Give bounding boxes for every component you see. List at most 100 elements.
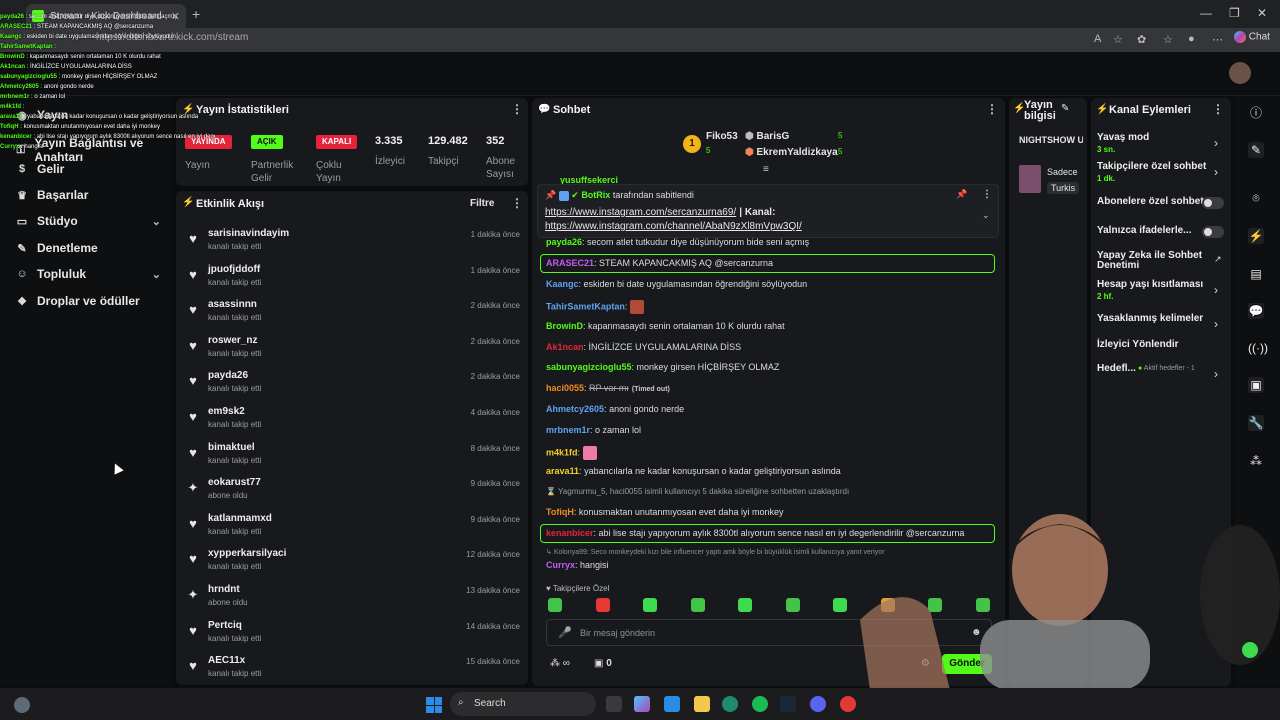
channel-actions-menu-icon[interactable]: ⋮: [1212, 102, 1224, 116]
extensions-icon[interactable]: ✿: [1137, 33, 1146, 46]
chat-username[interactable]: m4k1fd: [546, 447, 578, 457]
chevron-right-icon[interactable]: ›: [1214, 317, 1218, 331]
chat-username[interactable]: haci0055: [546, 383, 584, 393]
activity-username[interactable]: Pertciq: [208, 620, 242, 631]
info-icon[interactable]: ⓘ: [1248, 105, 1264, 121]
spotify-icon[interactable]: [752, 696, 768, 712]
store-icon[interactable]: [664, 696, 680, 712]
windows-start-icon[interactable]: [426, 697, 442, 713]
stats-menu-icon[interactable]: ⋮: [511, 102, 523, 116]
emote-icon[interactable]: [643, 598, 657, 612]
sidebar-item-topluluk[interactable]: ☺ Topluluk ⌄: [16, 267, 161, 281]
activity-item[interactable]: ♥ Pertciq kanalı takip etti 14 dakika önce: [186, 620, 520, 654]
filter-button[interactable]: Filtre: [470, 198, 494, 209]
emote-icon[interactable]: [690, 598, 705, 612]
profile-icon[interactable]: ●: [1188, 33, 1195, 45]
activity-username[interactable]: bimaktuel: [208, 442, 255, 453]
file-explorer-icon[interactable]: [694, 696, 710, 712]
chat-username[interactable]: Curryx: [546, 560, 575, 570]
chat-username[interactable]: Ak1ncan: [546, 342, 584, 352]
channel-action-label[interactable]: Abonelere özel sohbet: [1097, 197, 1209, 207]
edge-browser-icon[interactable]: [722, 696, 738, 712]
channel-action-label[interactable]: Yasaklanmış kelimeler: [1097, 314, 1209, 324]
channel-action-label[interactable]: Takipçilere özel sohbet: [1097, 162, 1209, 172]
leaderboard-name[interactable]: EkremYaldizkaya: [757, 147, 838, 158]
instagram-channel-link[interactable]: https://www.instagram.com/channel/AbaN9z…: [545, 221, 802, 232]
activity-username[interactable]: sarisinavindayim: [208, 228, 289, 239]
chat-username[interactable]: Kaangc: [546, 279, 579, 289]
chat-bubble-icon[interactable]: 💬: [1248, 303, 1264, 319]
widgets-icon[interactable]: [14, 697, 30, 713]
chevron-right-icon[interactable]: ›: [1214, 136, 1218, 150]
channel-action-label[interactable]: Hesap yaşı kısıtlaması: [1097, 280, 1209, 290]
external-link-icon[interactable]: ↗: [1214, 254, 1222, 265]
activity-item[interactable]: ♥ AEC11x kanalı takip etti 15 dakika önce: [186, 655, 520, 689]
emote-icon[interactable]: [595, 598, 610, 612]
copilot-chat-button[interactable]: Chat: [1234, 31, 1270, 43]
channel-action-label[interactable]: Yavaş mod: [1097, 133, 1209, 143]
chat-username[interactable]: sabunyagizcioglu55: [546, 362, 632, 372]
chevron-right-icon[interactable]: ›: [1214, 283, 1218, 297]
microphone-icon[interactable]: 🎤: [558, 626, 572, 639]
chevron-down-icon[interactable]: ⌄: [982, 210, 990, 221]
lightning-icon[interactable]: ⚡: [1248, 228, 1264, 244]
studio-icon[interactable]: ▣: [1248, 377, 1264, 393]
activity-username[interactable]: roswer_nz: [208, 335, 257, 346]
obs-icon[interactable]: [840, 696, 856, 712]
sidebar-item-studyo[interactable]: ▭ Stüdyo ⌄: [16, 214, 161, 228]
chat-username[interactable]: TofiqH: [546, 507, 574, 517]
taskbar-search[interactable]: [450, 692, 596, 716]
unpin-icon[interactable]: 📌: [956, 189, 967, 200]
collapse-icon[interactable]: ≡: [763, 164, 769, 175]
activity-username[interactable]: payda26: [208, 370, 248, 381]
activity-username[interactable]: eokarust77: [208, 477, 261, 488]
activity-username[interactable]: AEC11x: [208, 655, 245, 666]
chat-username[interactable]: arava11: [546, 466, 579, 476]
activity-item[interactable]: ♥ em9sk2 kanalı takip etti 4 dakika önce: [186, 406, 520, 440]
channel-action-label[interactable]: Yapay Zeka ile Sohbet Denetimi: [1097, 251, 1209, 271]
activity-item[interactable]: ♥ xypperkarsilyaci kanalı takip etti 12 dak…: [186, 548, 520, 582]
toggle-switch[interactable]: [1202, 226, 1224, 238]
activity-item[interactable]: ✦ hrndnt abone oldu 13 dakika önce: [186, 584, 520, 618]
chat-username[interactable]: Ahmetcy2605: [546, 404, 604, 414]
people-icon[interactable]: ⁂ ∞: [550, 658, 570, 669]
activity-item[interactable]: ♥ payda26 kanalı takip etti 2 dakika önce: [186, 370, 520, 404]
copilot-icon[interactable]: [634, 696, 650, 712]
leaderboard-user[interactable]: Fiko53: [706, 131, 738, 142]
chat-menu-icon[interactable]: ⋮: [986, 102, 998, 116]
activity-username[interactable]: hrndnt: [208, 584, 240, 595]
sidebar-item-basarilar[interactable]: ♛ Başarılar: [16, 188, 161, 202]
discord-icon[interactable]: [810, 696, 826, 712]
read-aloud-icon[interactable]: A: [1094, 33, 1101, 45]
pinned-by-user[interactable]: BotRix: [581, 190, 610, 200]
steam-icon[interactable]: [780, 696, 796, 712]
sidebar-item-droplar[interactable]: ❖ Droplar ve ödüller: [16, 294, 161, 308]
pinned-menu-icon[interactable]: ⋮: [982, 189, 992, 200]
chat-username[interactable]: ARASEC21: [546, 258, 594, 268]
chat-username[interactable]: payda26: [546, 237, 582, 247]
people-icon[interactable]: ⁂: [1248, 453, 1264, 469]
sidebar-item-denetleme[interactable]: ✎ Denetleme: [16, 241, 161, 255]
activity-item[interactable]: ♥ katlanmamxd kanalı takip etti 9 dakika ön…: [186, 513, 520, 547]
chevron-right-icon[interactable]: ›: [1214, 165, 1218, 179]
close-window-icon[interactable]: ✕: [1257, 6, 1267, 20]
channel-action-label[interactable]: Yalnızca ifadelerle...: [1097, 226, 1209, 236]
maximize-icon[interactable]: ❐: [1229, 6, 1240, 20]
activity-username[interactable]: jpuofjddoff: [208, 264, 260, 275]
camera-icon[interactable]: ⌾: [1248, 190, 1264, 206]
sidebar-item-gelir[interactable]: $ Gelir: [16, 162, 161, 176]
points-box[interactable]: ▣ 0: [594, 658, 612, 669]
minimize-icon[interactable]: —: [1200, 6, 1212, 20]
activity-item[interactable]: ♥ asassinnn kanalı takip etti 2 dakika önce: [186, 299, 520, 333]
task-view-icon[interactable]: [606, 696, 622, 712]
channel-action-label[interactable]: İzleyici Yönlendir: [1097, 340, 1209, 350]
activity-username[interactable]: xypperkarsilyaci: [208, 548, 286, 559]
chat-username[interactable]: TahirSametKaptan: [546, 301, 625, 311]
user-avatar[interactable]: [1229, 62, 1251, 84]
pen-icon[interactable]: ✎: [1248, 142, 1264, 158]
emote-icon[interactable]: [738, 598, 752, 612]
activity-item[interactable]: ✦ eokarust77 abone oldu 9 dakika önce: [186, 477, 520, 511]
activity-item[interactable]: ♥ roswer_nz kanalı takip etti 2 dakika önce: [186, 335, 520, 369]
instagram-link[interactable]: https://www.instagram.com/sercanzurna69/: [545, 207, 736, 218]
emote-icon[interactable]: [548, 598, 562, 612]
